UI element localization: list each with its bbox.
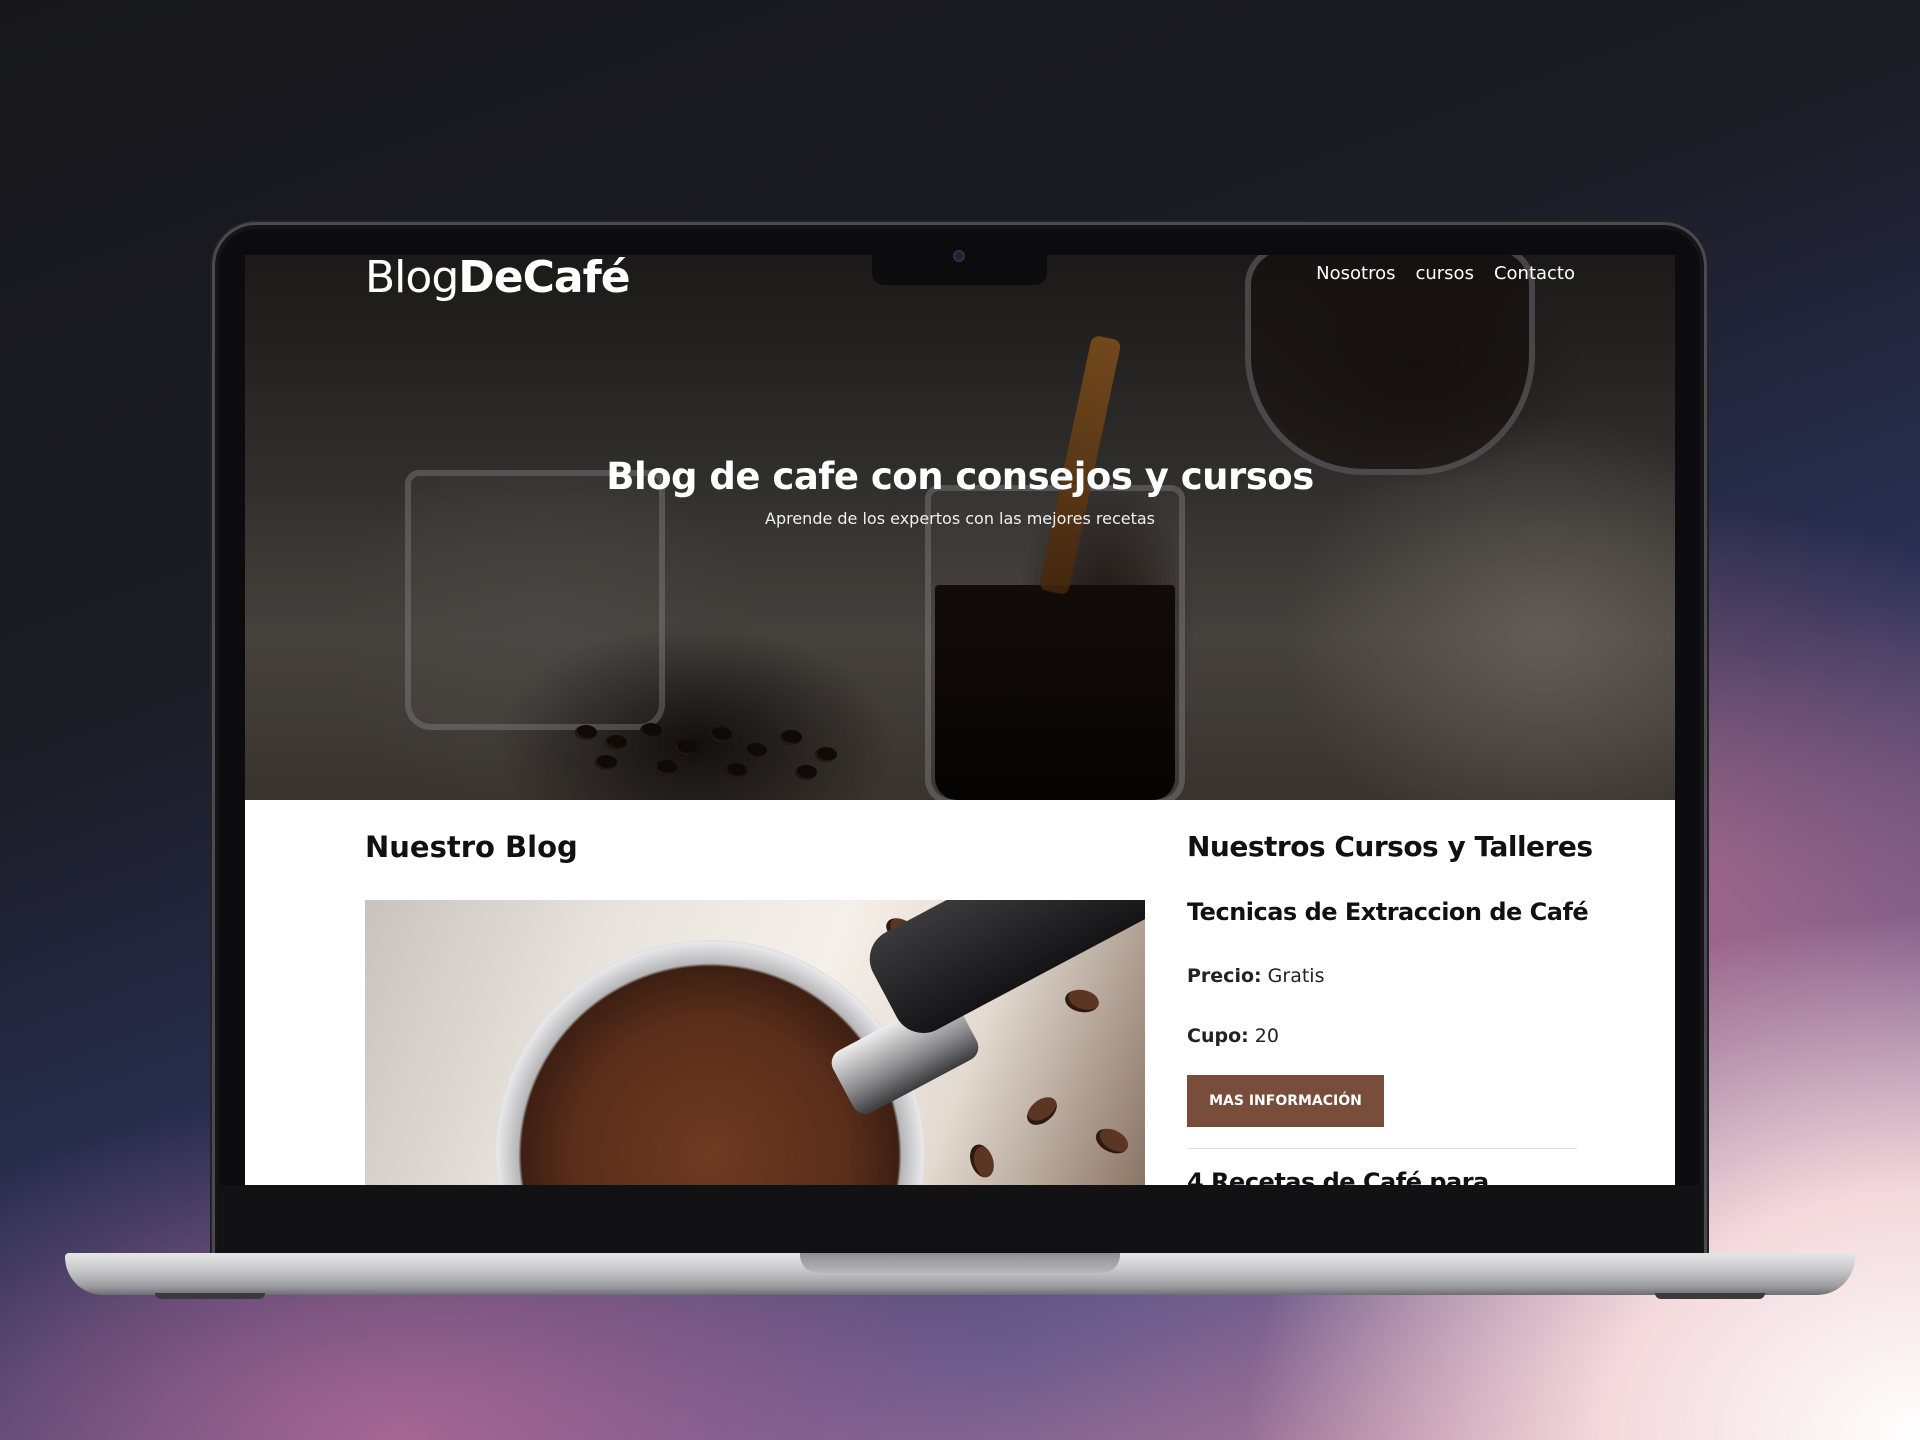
course-quota-value: 20 bbox=[1254, 1025, 1279, 1047]
website-screen: BlogDeCafé Nosotros cursos Contacto Blog… bbox=[245, 255, 1675, 1185]
course-price: Precio: Gratis bbox=[1187, 965, 1324, 987]
course-price-value: Gratis bbox=[1267, 965, 1325, 987]
hero-section: BlogDeCafé Nosotros cursos Contacto Blog… bbox=[245, 255, 1675, 800]
blog-heading: Nuestro Blog bbox=[365, 830, 578, 864]
blog-post-image[interactable] bbox=[365, 900, 1145, 1185]
camera-icon bbox=[953, 250, 965, 262]
nav-link-nosotros[interactable]: Nosotros bbox=[1316, 263, 1395, 284]
course-title: 4 Recetas de Café para... bbox=[1187, 1168, 1515, 1185]
nav-link-contacto[interactable]: Contacto bbox=[1494, 263, 1575, 284]
main-navigation: Nosotros cursos Contacto bbox=[1316, 263, 1575, 284]
site-logo[interactable]: BlogDeCafé bbox=[365, 255, 631, 303]
course-quota: Cupo: 20 bbox=[1187, 1025, 1279, 1047]
course-price-label: Precio: bbox=[1187, 965, 1262, 987]
laptop-foot-right bbox=[1655, 1293, 1765, 1299]
course-divider bbox=[1187, 1148, 1577, 1149]
laptop-hinge-notch bbox=[800, 1253, 1120, 1273]
courses-heading: Nuestros Cursos y Talleres bbox=[1187, 830, 1593, 863]
hero-title: Blog de cafe con consejos y cursos bbox=[606, 455, 1314, 498]
main-content: Nuestro Blog Nuestros Cursos y Talleres … bbox=[245, 800, 1675, 1185]
course-title: Tecnicas de Extraccion de Café bbox=[1187, 898, 1589, 926]
coffee-bean bbox=[965, 1141, 999, 1181]
course-quota-label: Cupo: bbox=[1187, 1025, 1249, 1047]
more-info-button[interactable]: MAS INFORMACIÓN bbox=[1187, 1075, 1384, 1127]
coffee-bean bbox=[1091, 1123, 1133, 1159]
coffee-bean bbox=[1063, 987, 1101, 1015]
laptop-foot-left bbox=[155, 1293, 265, 1299]
hero-subtitle: Aprende de los expertos con las mejores … bbox=[765, 509, 1155, 528]
logo-text-light: Blog bbox=[365, 255, 459, 303]
laptop-chin bbox=[217, 1185, 1702, 1255]
coffee-bean bbox=[1021, 1091, 1063, 1131]
nav-link-cursos[interactable]: cursos bbox=[1415, 263, 1473, 284]
logo-text-bold: DeCafé bbox=[458, 255, 630, 303]
